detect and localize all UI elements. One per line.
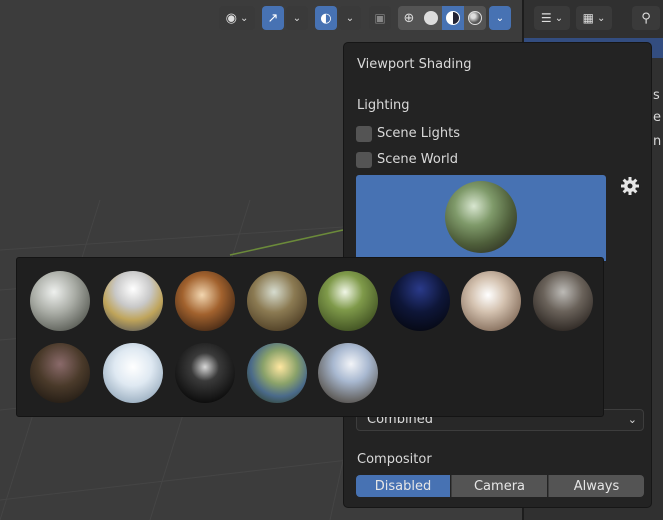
wireframe-shading-icon: ⊕ [403,10,415,26]
viewport-header: ◉ ⌄ ↗ ⌄ ◐ ⌄ ▣ ⊕ ⌄ [0,0,522,38]
hdri-field-dusk[interactable] [30,343,90,403]
solid-shading-icon [424,11,438,25]
outliner-text-n: n [653,134,662,149]
hdri-tunnel[interactable] [175,343,235,403]
overlay-icon: ◐ [320,10,332,26]
hdri-forest-sunny[interactable] [318,271,378,331]
overlay-dropdown[interactable]: ⌄ [339,6,361,30]
compositor-disabled-button[interactable]: Disabled [356,475,450,497]
popover-title: Viewport Shading [357,57,472,72]
outliner-icon: ☰ [540,11,552,25]
hdri-meadow[interactable] [247,343,307,403]
rendered-shading-icon [468,11,482,25]
lighting-heading: Lighting [357,98,410,113]
material-shading-icon [446,11,460,25]
solid-shading-button[interactable] [420,6,442,30]
hdri-courtyard[interactable] [103,271,163,331]
hdri-preview-sphere [445,181,517,253]
gizmo-toggle[interactable]: ↗ [262,6,284,30]
xray-icon: ▣ [374,11,386,25]
hdri-studio[interactable] [30,271,90,331]
hdri-preview-button[interactable] [356,175,606,261]
hdri-forest[interactable] [247,271,307,331]
rendered-shading-button[interactable] [464,6,486,30]
scene-lights-checkbox[interactable] [356,126,372,142]
outliner-text-e: e [653,110,661,125]
hdri-picker [16,257,604,417]
visibility-dropdown[interactable]: ◉ ⌄ [219,6,255,30]
scene-world-checkbox[interactable] [356,152,372,168]
gizmo-icon: ↗ [267,10,279,26]
image-icon: ▦ [582,11,594,25]
gizmo-dropdown[interactable]: ⌄ [286,6,308,30]
scene-world-label[interactable]: Scene World [377,152,458,167]
xray-toggle[interactable]: ▣ [369,6,391,30]
compositor-always-button[interactable]: Always [548,475,644,497]
outliner-text-s: s [653,88,660,103]
scene-lights-label[interactable]: Scene Lights [377,126,460,141]
editor-type-dropdown[interactable]: ☰ ⌄ [534,6,570,30]
chevron-down-icon: ⌄ [627,413,637,426]
display-mode-dropdown[interactable]: ▦ ⌄ [576,6,612,30]
search-icon: ⚲ [641,10,651,26]
hdri-city[interactable] [461,271,521,331]
shading-options-dropdown[interactable]: ⌄ [489,6,511,30]
compositor-camera-button[interactable]: Camera [451,475,547,497]
gear-icon[interactable] [620,176,640,196]
wireframe-shading-button[interactable]: ⊕ [398,6,420,30]
hdri-street[interactable] [318,343,378,403]
overlay-toggle[interactable]: ◐ [315,6,337,30]
hdri-night[interactable] [390,271,450,331]
hdri-sunset[interactable] [533,271,593,331]
hdri-interior[interactable] [175,271,235,331]
material-shading-button[interactable] [442,6,464,30]
hdri-snow[interactable] [103,343,163,403]
eye-icon: ◉ [225,10,237,26]
search-button[interactable]: ⚲ [632,6,660,30]
compositor-heading: Compositor [357,452,432,467]
